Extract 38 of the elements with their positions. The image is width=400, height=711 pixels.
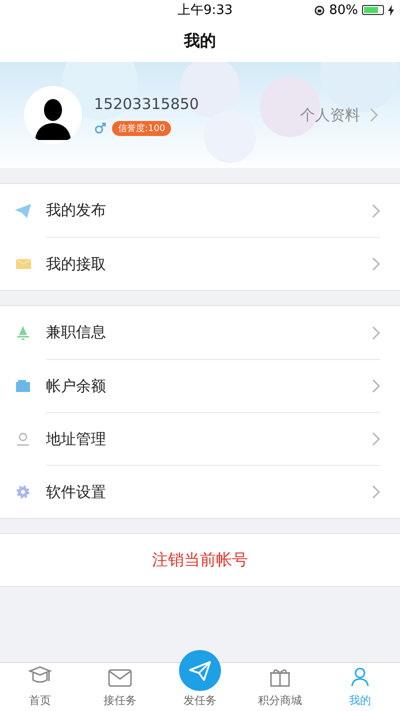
status-time: 上午9:33 — [176, 2, 234, 19]
charging-bolt-icon — [388, 4, 394, 16]
tab[interactable]: 首页 — [0, 663, 80, 711]
menu-item[interactable]: 帐户余额 — [0, 359, 400, 412]
chevron-icon — [372, 257, 380, 271]
tab[interactable]: 积分商城 — [240, 663, 320, 711]
menu-item[interactable]: 地址管理 — [0, 412, 400, 465]
chevron-icon — [372, 326, 380, 340]
menu-item[interactable]: 软件设置 — [0, 465, 400, 518]
male-icon — [94, 122, 106, 134]
paper-plane-icon — [189, 660, 211, 680]
paper-plane-icon — [15, 204, 31, 218]
tab[interactable]: 接任务 — [80, 663, 160, 711]
person-icon — [350, 667, 370, 687]
gear-icon — [16, 484, 30, 498]
menu-item[interactable]: 我的发布 — [0, 184, 400, 237]
chevron-icon — [372, 379, 380, 393]
logout-button[interactable]: 注销当前帐号 — [0, 533, 400, 587]
envelope-icon — [108, 669, 132, 687]
battery-icon — [362, 5, 384, 15]
battery-percent: 80% — [329, 2, 358, 18]
profile-link[interactable]: 个人资料 — [300, 106, 378, 124]
location-pin-icon — [16, 432, 30, 446]
chevron-icon — [370, 108, 378, 122]
page-title: 我的 — [184, 30, 216, 52]
gift-icon — [269, 667, 291, 687]
chevron-icon — [372, 485, 380, 499]
bell-icon — [17, 326, 29, 340]
wallet-icon — [16, 380, 30, 392]
rotation-lock-icon — [314, 4, 326, 16]
credit-badge: 信誉度:100 — [112, 120, 172, 136]
envelope-icon — [16, 258, 30, 268]
tab[interactable]: 发任务 — [160, 649, 240, 711]
menu-item[interactable]: 兼职信息 — [0, 306, 400, 359]
phone-number: 15203315850 — [94, 94, 200, 112]
menu-item[interactable]: 我的接取 — [0, 237, 400, 290]
chevron-icon — [372, 432, 380, 446]
chevron-icon — [372, 204, 380, 218]
